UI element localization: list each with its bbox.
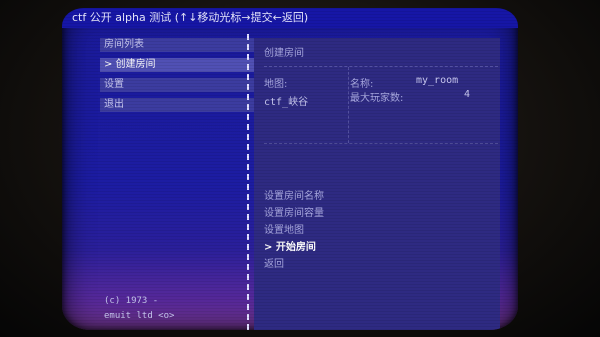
action-set-map[interactable]: 设置地图 [264, 222, 324, 239]
copyright-footer: (c) 1973 - emuit ltd <o> [104, 294, 174, 324]
crt-bezel: ctf 公开 alpha 测试 (↑↓移动光标→提交←返回) 房间列表 > 创建… [0, 0, 600, 337]
max-players-value: 4 [464, 89, 471, 100]
create-room-panel: 创建房间 地图: ctf_峡谷 名称: my_room 最大玩家数: 4 设置房… [254, 38, 500, 330]
menu-item-create-room[interactable]: > 创建房间 [100, 58, 276, 72]
menu-item-settings[interactable]: 设置 [100, 78, 276, 92]
menu-item-exit[interactable]: 退出 [100, 98, 276, 112]
room-actions: 设置房间名称 设置房间容量 设置地图 > 开始房间 返回 [264, 188, 324, 273]
max-players-label: 最大玩家数: [350, 93, 404, 104]
menu-item-room-list[interactable]: 房间列表 [100, 38, 276, 52]
action-set-room-name[interactable]: 设置房间名称 [264, 188, 324, 205]
name-label: 名称: [350, 79, 374, 90]
vertical-divider [247, 34, 249, 330]
crt-screen: ctf 公开 alpha 测试 (↑↓移动光标→提交←返回) 房间列表 > 创建… [62, 8, 518, 330]
window-title: ctf 公开 alpha 测试 (↑↓移动光标→提交←返回) [62, 8, 518, 28]
action-start-room[interactable]: > 开始房间 [264, 239, 324, 256]
action-set-room-capacity[interactable]: 设置房间容量 [264, 205, 324, 222]
footer-line-1: (c) 1973 - [104, 296, 159, 306]
action-back[interactable]: 返回 [264, 256, 324, 273]
info-separator [348, 67, 349, 143]
main-menu: 房间列表 > 创建房间 设置 退出 [100, 38, 276, 118]
panel-title: 创建房间 [264, 48, 304, 59]
room-info-box: 地图: ctf_峡谷 名称: my_room 最大玩家数: 4 [264, 66, 498, 144]
name-value: my_room [416, 75, 459, 86]
map-label: 地图: [264, 79, 288, 90]
map-value: ctf_峡谷 [264, 97, 309, 108]
footer-line-2: emuit ltd <o> [104, 311, 175, 321]
